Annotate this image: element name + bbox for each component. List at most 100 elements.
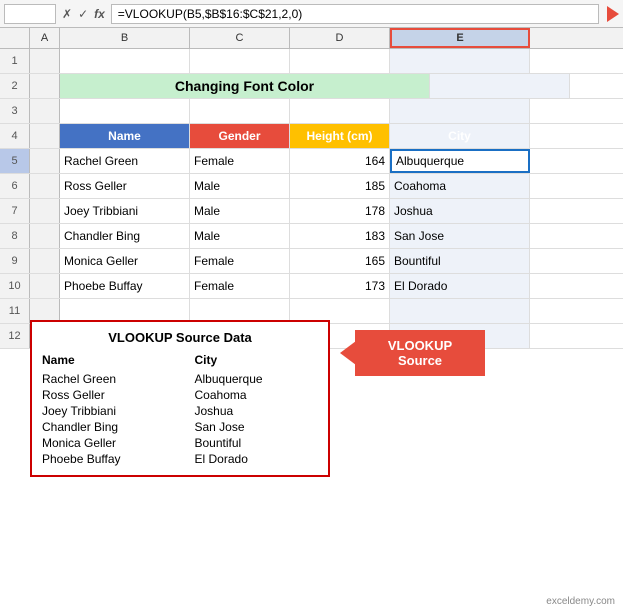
vlookup-col-name-header: Name — [42, 353, 185, 367]
cell-c10[interactable]: Female — [190, 274, 290, 298]
cell-c9[interactable]: Female — [190, 249, 290, 273]
cell-b4-header[interactable]: Name — [60, 124, 190, 148]
cell-d3[interactable] — [290, 99, 390, 123]
col-header-b[interactable]: B — [60, 28, 190, 48]
cell-e4-header[interactable]: City — [390, 124, 530, 148]
cell-e10[interactable]: El Dorado — [390, 274, 530, 298]
table-row: 6 Ross Geller Male 185 Coahoma — [0, 174, 623, 199]
cell-e9[interactable]: Bountiful — [390, 249, 530, 273]
cell-d6[interactable]: 185 — [290, 174, 390, 198]
cell-e1[interactable] — [390, 49, 530, 73]
cell-reference-box[interactable]: E5 — [4, 4, 56, 24]
list-item: Joey Tribbiani Joshua — [42, 403, 318, 419]
cell-e7[interactable]: Joshua — [390, 199, 530, 223]
cell-b10[interactable]: Phoebe Buffay — [60, 274, 190, 298]
cell-a1[interactable] — [30, 49, 60, 73]
col-header-a[interactable]: A — [30, 28, 60, 48]
data-height-9: 165 — [365, 254, 385, 268]
cancel-formula-icon[interactable]: ✗ — [60, 7, 74, 21]
cell-b8[interactable]: Chandler Bing — [60, 224, 190, 248]
watermark-text: exceldemy.com — [546, 596, 615, 607]
data-name-5: Rachel Green — [64, 154, 138, 168]
vlookup-city-5: El Dorado — [185, 452, 319, 466]
col-header-d[interactable]: D — [290, 28, 390, 48]
cell-e8[interactable]: San Jose — [390, 224, 530, 248]
cell-b5[interactable]: Rachel Green — [60, 149, 190, 173]
vlookup-city-2: Joshua — [185, 404, 319, 418]
cell-a9[interactable] — [30, 249, 60, 273]
cell-a4[interactable] — [30, 124, 60, 148]
header-height-label: Height (cm) — [307, 129, 373, 143]
data-gender-10: Female — [194, 279, 234, 293]
data-city-8: San Jose — [394, 229, 444, 243]
cell-a5[interactable] — [30, 149, 60, 173]
data-gender-7: Male — [194, 204, 220, 218]
cell-a8[interactable] — [30, 224, 60, 248]
cell-c8[interactable]: Male — [190, 224, 290, 248]
table-row: 4 Name Gender Height (cm) City — [0, 124, 623, 149]
insert-function-icon[interactable]: fx — [92, 7, 107, 21]
cell-d1[interactable] — [290, 49, 390, 73]
cell-e6[interactable]: Coahoma — [390, 174, 530, 198]
cell-c7[interactable]: Male — [190, 199, 290, 223]
cell-d4-header[interactable]: Height (cm) — [290, 124, 390, 148]
row-num-3: 3 — [0, 99, 30, 123]
corner-cell — [0, 28, 30, 48]
col-header-e[interactable]: E — [390, 28, 530, 48]
sheet-rows: 1 2 Changing Font Color 3 4 — [0, 49, 623, 349]
cell-b7[interactable]: Joey Tribbiani — [60, 199, 190, 223]
list-item: Rachel Green Albuquerque — [42, 371, 318, 387]
formula-icons: ✗ ✓ fx — [60, 7, 107, 21]
data-gender-5: Female — [194, 154, 234, 168]
data-height-10: 173 — [365, 279, 385, 293]
cell-d9[interactable]: 165 — [290, 249, 390, 273]
data-name-9: Monica Geller — [64, 254, 138, 268]
cell-c5[interactable]: Female — [190, 149, 290, 173]
data-name-10: Phoebe Buffay — [64, 279, 143, 293]
cell-e5[interactable]: Albuquerque — [390, 149, 530, 173]
cell-b6[interactable]: Ross Geller — [60, 174, 190, 198]
list-item: Chandler Bing San Jose — [42, 419, 318, 435]
cell-c6[interactable]: Male — [190, 174, 290, 198]
cell-a3[interactable] — [30, 99, 60, 123]
column-headers-row: A B C D E — [0, 28, 623, 49]
data-city-5: Albuquerque — [396, 154, 464, 168]
cell-d10[interactable]: 173 — [290, 274, 390, 298]
cell-b3[interactable] — [60, 99, 190, 123]
cell-e11[interactable] — [390, 299, 530, 323]
formula-input[interactable] — [111, 4, 599, 24]
cell-b1[interactable] — [60, 49, 190, 73]
confirm-formula-icon[interactable]: ✓ — [76, 7, 90, 21]
vlookup-header-row: Name City — [42, 351, 318, 369]
formula-arrow-icon — [607, 6, 619, 22]
cell-d5[interactable]: 164 — [290, 149, 390, 173]
cell-d7[interactable]: 178 — [290, 199, 390, 223]
vlookup-name-3: Chandler Bing — [42, 420, 185, 434]
cell-e3[interactable] — [390, 99, 530, 123]
cell-e2[interactable] — [430, 74, 570, 98]
cell-a7[interactable] — [30, 199, 60, 223]
cell-c4-header[interactable]: Gender — [190, 124, 290, 148]
vlookup-callout-label: VLOOKUP Source — [355, 330, 485, 376]
list-item: Monica Geller Bountiful — [42, 435, 318, 451]
cell-a2[interactable] — [30, 74, 60, 98]
cell-d8[interactable]: 183 — [290, 224, 390, 248]
row-num-5: 5 — [0, 149, 30, 173]
row-num-6: 6 — [0, 174, 30, 198]
table-row: 8 Chandler Bing Male 183 San Jose — [0, 224, 623, 249]
row-num-12: 12 — [0, 324, 30, 348]
vlookup-city-1: Coahoma — [185, 388, 319, 402]
vlookup-city-3: San Jose — [185, 420, 319, 434]
cell-a6[interactable] — [30, 174, 60, 198]
cell-b9[interactable]: Monica Geller — [60, 249, 190, 273]
row-num-10: 10 — [0, 274, 30, 298]
data-height-8: 183 — [365, 229, 385, 243]
header-gender-label: Gender — [218, 129, 260, 143]
data-name-7: Joey Tribbiani — [64, 204, 138, 218]
cell-c1[interactable] — [190, 49, 290, 73]
vlookup-name-2: Joey Tribbiani — [42, 404, 185, 418]
cell-c3[interactable] — [190, 99, 290, 123]
cell-b2-title[interactable]: Changing Font Color — [60, 74, 430, 98]
col-header-c[interactable]: C — [190, 28, 290, 48]
cell-a10[interactable] — [30, 274, 60, 298]
